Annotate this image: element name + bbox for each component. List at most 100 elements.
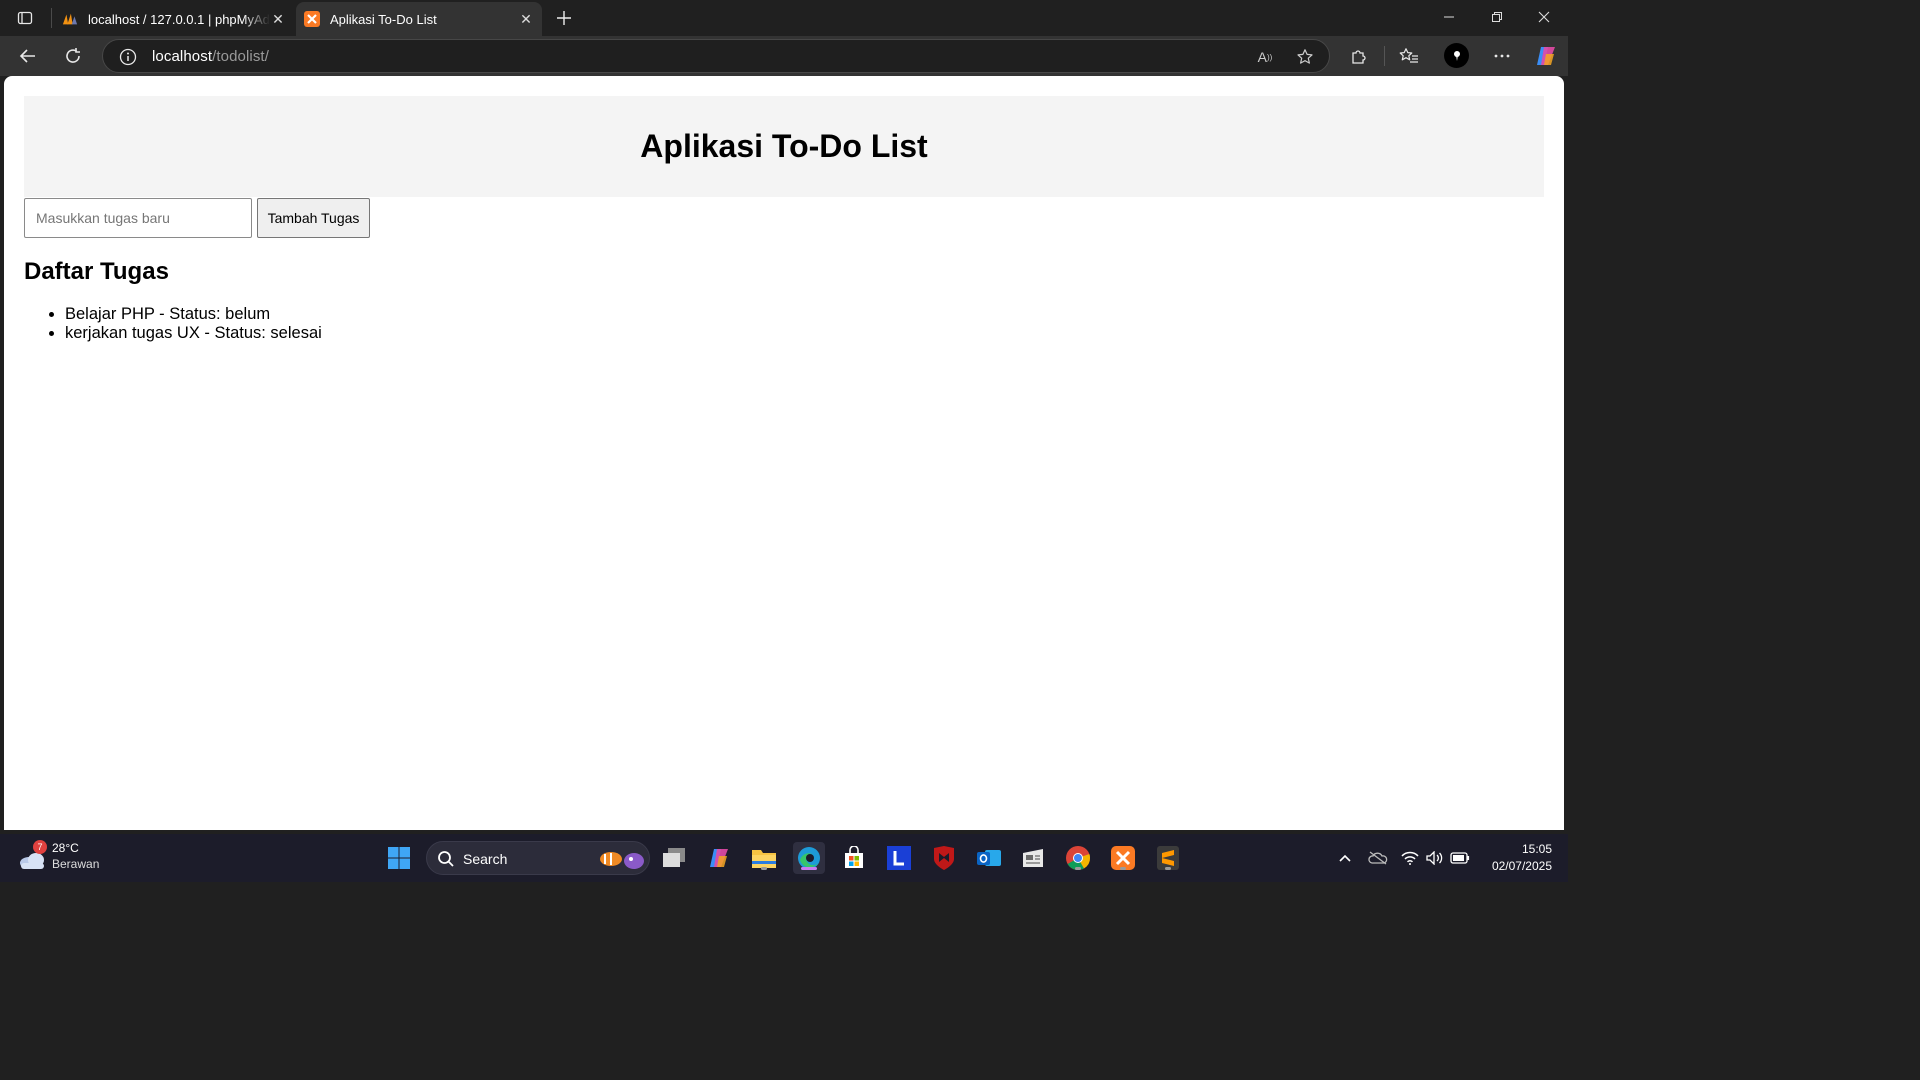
copilot-icon bbox=[1537, 47, 1555, 65]
browser-toolbar: localhost/todolist/ A)) bbox=[0, 36, 1568, 76]
news-icon bbox=[1023, 849, 1043, 867]
weather-widget[interactable]: 7 28°C Berawan bbox=[16, 840, 126, 876]
wifi-tray[interactable] bbox=[1399, 846, 1421, 870]
close-icon[interactable]: ✕ bbox=[270, 11, 286, 27]
clock-date: 02/07/2025 bbox=[1491, 859, 1552, 873]
running-indicator bbox=[1075, 867, 1081, 870]
battery-icon bbox=[1450, 852, 1470, 864]
window-close-button[interactable] bbox=[1521, 0, 1567, 34]
address-bar[interactable]: localhost/todolist/ A)) bbox=[102, 39, 1330, 73]
volume-tray[interactable] bbox=[1424, 846, 1446, 870]
onedrive-tray[interactable] bbox=[1367, 846, 1389, 870]
microsoft-store-icon bbox=[845, 846, 863, 868]
minimize-icon bbox=[1444, 16, 1454, 18]
task-view-button[interactable] bbox=[658, 842, 690, 874]
settings-more-button[interactable] bbox=[1487, 42, 1517, 70]
copilot-taskbar-button[interactable] bbox=[703, 842, 735, 874]
toolbar-separator bbox=[1384, 46, 1385, 66]
todo-page: Aplikasi To-Do List Tambah Tugas Daftar … bbox=[24, 96, 1544, 343]
windows-start-button[interactable] bbox=[383, 842, 415, 874]
sublime-text-button[interactable] bbox=[1152, 842, 1184, 874]
mcafee-button[interactable] bbox=[928, 842, 960, 874]
chevron-up-icon bbox=[1339, 854, 1351, 862]
file-explorer-button[interactable] bbox=[748, 842, 780, 874]
refresh-button[interactable] bbox=[58, 42, 88, 70]
running-indicator bbox=[1120, 867, 1126, 870]
favorites-icon bbox=[1399, 48, 1418, 63]
xampp-button[interactable] bbox=[1107, 842, 1139, 874]
news-button[interactable] bbox=[1018, 842, 1050, 874]
url-path: /todolist/ bbox=[212, 48, 269, 65]
task-item: Belajar PHP - Status: belum bbox=[65, 305, 1544, 324]
l-app-icon bbox=[887, 846, 911, 870]
outlook-icon bbox=[977, 850, 1001, 866]
weather-badge: 7 bbox=[33, 840, 47, 854]
task-view-icon bbox=[663, 848, 685, 867]
tab-separator bbox=[51, 8, 52, 28]
tab-title: localhost / 127.0.0.1 | phpMyAdmin bbox=[88, 11, 270, 27]
tab-todolist[interactable]: Aplikasi To-Do List ✕ bbox=[296, 2, 542, 36]
favorites-button[interactable] bbox=[1394, 42, 1424, 70]
extensions-button[interactable] bbox=[1344, 42, 1374, 70]
weather-condition: Berawan bbox=[52, 857, 100, 871]
wifi-icon bbox=[1401, 851, 1419, 865]
tab-actions-icon bbox=[17, 11, 33, 25]
weather-temperature: 28°C bbox=[52, 841, 79, 855]
profile-icon bbox=[1453, 50, 1460, 61]
copilot-icon bbox=[710, 849, 728, 867]
edge-taskbar-button[interactable] bbox=[793, 842, 825, 874]
search-icon bbox=[438, 851, 454, 867]
windows-taskbar: 7 28°C Berawan Search 15:05 02/07/2025 bbox=[0, 834, 1568, 882]
plus-icon bbox=[557, 11, 571, 25]
file-explorer-icon bbox=[752, 850, 776, 868]
add-task-form: Tambah Tugas bbox=[24, 197, 1544, 238]
chrome-button[interactable] bbox=[1062, 842, 1094, 874]
running-indicator bbox=[801, 867, 817, 870]
close-icon[interactable]: ✕ bbox=[518, 11, 534, 27]
puzzle-icon bbox=[1352, 50, 1366, 64]
back-button[interactable] bbox=[13, 42, 43, 70]
clock-time: 15:05 bbox=[1521, 842, 1552, 856]
l-app-button[interactable] bbox=[883, 842, 915, 874]
outlook-button[interactable] bbox=[973, 842, 1005, 874]
windows-start-icon bbox=[388, 847, 410, 869]
taskbar-search-box[interactable]: Search bbox=[426, 841, 650, 875]
close-icon bbox=[1538, 11, 1550, 23]
xampp-icon bbox=[304, 11, 320, 27]
volume-icon bbox=[1426, 851, 1443, 865]
favorite-star-icon[interactable] bbox=[1293, 46, 1317, 68]
task-list: Belajar PHP - Status: belum kerjakan tug… bbox=[24, 305, 1544, 343]
copilot-button[interactable] bbox=[1531, 42, 1561, 70]
tab-title: Aplikasi To-Do List bbox=[330, 11, 437, 27]
restore-icon bbox=[1492, 12, 1502, 22]
taskbar-clock[interactable]: 15:05 02/07/2025 bbox=[1480, 841, 1552, 875]
browser-titlebar: localhost / 127.0.0.1 | phpMyAdmin ✕ Apl… bbox=[0, 0, 1568, 36]
task-input[interactable] bbox=[24, 197, 252, 238]
page-viewport: Aplikasi To-Do List Tambah Tugas Daftar … bbox=[4, 76, 1564, 830]
profile-avatar[interactable] bbox=[1444, 43, 1469, 68]
new-tab-button[interactable] bbox=[552, 6, 576, 30]
microsoft-store-button[interactable] bbox=[838, 842, 870, 874]
running-indicator bbox=[761, 867, 767, 870]
mcafee-icon bbox=[934, 846, 954, 870]
read-aloud-icon[interactable]: A)) bbox=[1253, 46, 1277, 68]
battery-tray[interactable] bbox=[1449, 846, 1471, 870]
arrow-left-icon bbox=[19, 49, 35, 63]
tab-actions-button[interactable] bbox=[10, 6, 40, 30]
url-host: localhost bbox=[152, 48, 213, 65]
refresh-icon bbox=[66, 48, 80, 63]
task-list-heading: Daftar Tugas bbox=[24, 258, 169, 285]
search-highlight-icon bbox=[600, 852, 644, 869]
more-horizontal-icon bbox=[1494, 54, 1510, 58]
onedrive-icon bbox=[1368, 851, 1388, 865]
search-label: Search bbox=[463, 851, 508, 867]
site-info-icon[interactable] bbox=[117, 46, 139, 68]
tab-phpmyadmin[interactable]: localhost / 127.0.0.1 | phpMyAdmin ✕ bbox=[54, 2, 294, 36]
running-indicator bbox=[1165, 867, 1171, 870]
show-hidden-icons-button[interactable] bbox=[1334, 846, 1356, 870]
url-text: localhost/todolist/ bbox=[152, 48, 269, 65]
add-task-button[interactable]: Tambah Tugas bbox=[257, 197, 370, 238]
restore-button[interactable] bbox=[1474, 0, 1520, 34]
task-item: kerjakan tugas UX - Status: selesai bbox=[65, 324, 1544, 343]
minimize-button[interactable] bbox=[1426, 0, 1472, 34]
